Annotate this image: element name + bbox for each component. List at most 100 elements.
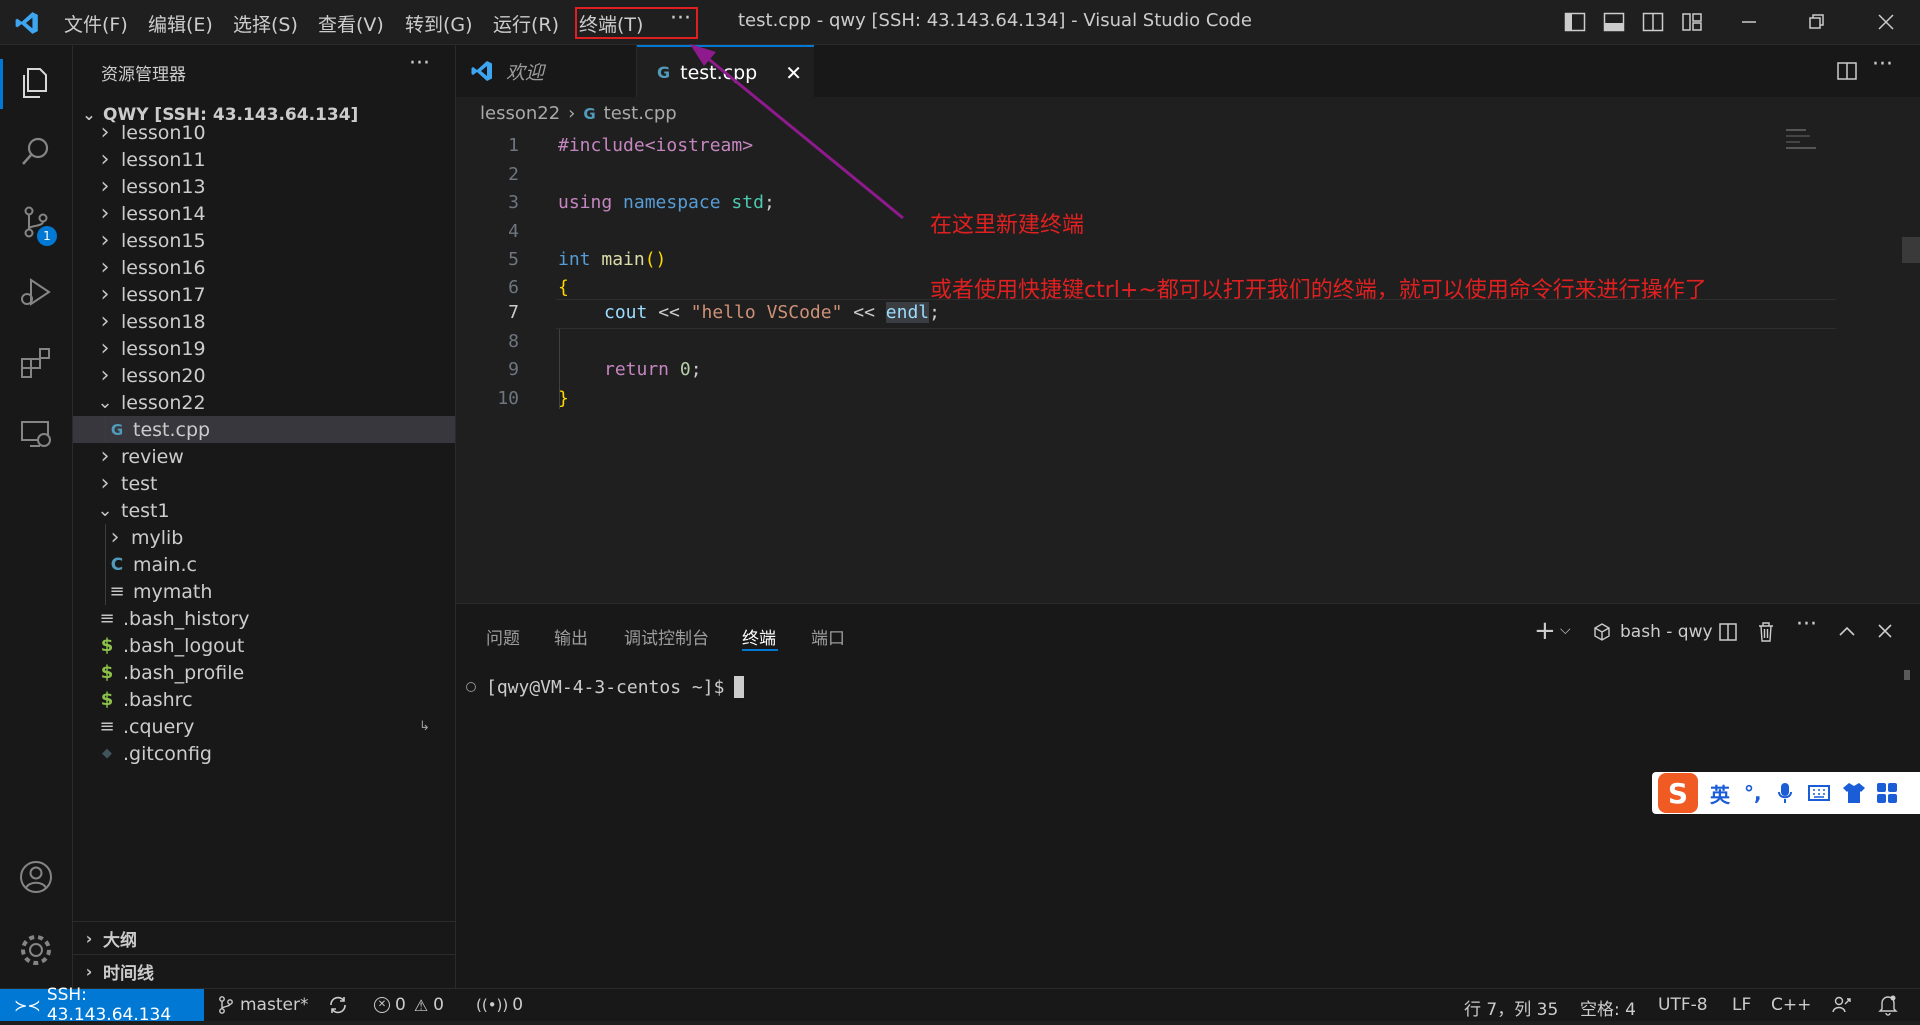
customize-layout-icon[interactable] [1681, 11, 1703, 33]
timeline-section[interactable]: › 时间线 [73, 955, 455, 988]
end-of-line[interactable]: LF [1732, 995, 1751, 1015]
toggle-secondary-sidebar-icon[interactable] [1642, 11, 1664, 33]
panel-more-actions-button[interactable]: ··· [1796, 612, 1817, 637]
ime-microphone-icon[interactable] [1777, 782, 1792, 804]
notifications-bell-icon[interactable] [1878, 994, 1898, 1016]
tree-folder[interactable]: › mylib [73, 524, 455, 551]
tree-file[interactable]: $ .bash_logout [73, 632, 455, 659]
tree-folder[interactable]: › review [73, 443, 455, 470]
language-mode[interactable]: C++ [1771, 995, 1811, 1015]
menu-run[interactable]: 运行(R) [493, 10, 559, 37]
chevron-down-icon[interactable]: ⌵ [1560, 622, 1571, 638]
menu-selection[interactable]: 选择(S) [233, 10, 298, 37]
ime-toolbar[interactable]: S 英 °, [1652, 772, 1920, 814]
manage-gear-icon[interactable] [14, 928, 58, 972]
remote-explorer-icon[interactable] [14, 412, 58, 456]
chevron-right-icon: › [100, 444, 110, 469]
run-debug-icon[interactable] [14, 270, 58, 314]
terminal-output[interactable]: [qwy@VM-4-3-centos ~]$ [466, 676, 745, 698]
new-terminal-plus-icon[interactable]: + [1534, 616, 1556, 646]
split-editor-icon[interactable] [1836, 60, 1858, 82]
explorer-icon[interactable] [14, 61, 58, 105]
explorer-more-button[interactable]: ··· [409, 51, 430, 76]
menu-edit[interactable]: 编辑(E) [148, 10, 213, 37]
tree-folder[interactable]: › lesson15 [73, 227, 455, 254]
tree-file[interactable]: ≡ mymath [73, 578, 455, 605]
toggle-primary-sidebar-icon[interactable] [1564, 11, 1586, 33]
tree-folder[interactable]: › lesson20 [73, 362, 455, 389]
ime-language[interactable]: 英 [1710, 779, 1730, 808]
menu-file[interactable]: 文件(F) [64, 10, 128, 37]
split-terminal-icon[interactable] [1718, 622, 1738, 642]
accounts-icon[interactable] [14, 855, 58, 899]
sogou-logo-icon[interactable]: S [1658, 773, 1698, 813]
code-line: 3 using namespace std; [508, 192, 775, 213]
extensions-icon[interactable] [14, 341, 58, 385]
feedback-icon[interactable] [1832, 995, 1852, 1015]
minimize-window-icon[interactable] [1738, 11, 1760, 33]
tree-file[interactable]: ≡ .cquery ↳ [73, 713, 455, 740]
status-bar: ≻≺ SSH: 43.143.64.134 master* ✕ 0 ⚠ 0 ((… [0, 985, 1920, 1025]
tree-folder[interactable]: › lesson17 [73, 281, 455, 308]
code-editor[interactable]: lesson22 › G test.cpp 1 #include<iostream… [456, 97, 1920, 602]
sync-icon[interactable] [328, 996, 348, 1014]
ime-punctuation-icon[interactable]: °, [1744, 781, 1762, 805]
tab-test-cpp[interactable]: G test.cpp ✕ [637, 45, 814, 98]
tree-folder[interactable]: › lesson16 [73, 254, 455, 281]
tree-folder[interactable]: › test [73, 470, 455, 497]
warning-count: 0 [433, 995, 444, 1015]
code-line: 4 [508, 221, 519, 242]
search-icon[interactable] [14, 130, 58, 174]
maximize-panel-chevron-up-icon[interactable] [1838, 624, 1856, 638]
git-branch[interactable]: master* [218, 995, 308, 1015]
tree-folder[interactable]: › lesson19 [73, 335, 455, 362]
tree-item-label: lesson16 [121, 256, 206, 279]
kill-terminal-trash-icon[interactable] [1756, 621, 1776, 643]
close-tab-icon[interactable]: ✕ [785, 61, 802, 85]
file-encoding[interactable]: UTF-8 [1658, 995, 1708, 1015]
chevron-right-icon: › [100, 363, 110, 388]
breadcrumb-folder[interactable]: lesson22 [480, 103, 560, 124]
terminal-instance-selector[interactable]: bash - qwy [1592, 622, 1713, 642]
editor-scrollbar[interactable] [1902, 237, 1920, 263]
tab-problems[interactable]: 问题 [486, 624, 520, 649]
tree-folder[interactable]: › lesson11 [73, 146, 455, 173]
tree-folder[interactable]: › lesson13 [73, 173, 455, 200]
close-window-icon[interactable] [1875, 11, 1897, 33]
problems-indicator[interactable]: ✕ 0 ⚠ 0 [374, 995, 444, 1015]
cursor-position[interactable]: 行 7，列 35 [1464, 995, 1558, 1020]
tree-folder[interactable]: › lesson18 [73, 308, 455, 335]
vscode-logo-icon[interactable] [14, 10, 40, 36]
tree-folder[interactable]: › lesson14 [73, 200, 455, 227]
editor-more-actions-button[interactable]: ··· [1872, 52, 1893, 77]
menu-go[interactable]: 转到(G) [405, 10, 473, 37]
tab-ports[interactable]: 端口 [811, 624, 845, 649]
indentation[interactable]: 空格: 4 [1580, 995, 1636, 1020]
ime-toolbox-grid-icon[interactable] [1876, 782, 1898, 804]
tree-file[interactable]: Gtest.cpp [73, 416, 455, 443]
close-panel-icon[interactable] [1876, 622, 1894, 640]
ime-keyboard-icon[interactable] [1807, 785, 1830, 801]
restore-window-icon[interactable] [1806, 11, 1828, 33]
terminal-scrollbar[interactable] [1904, 670, 1910, 680]
remote-indicator[interactable]: ≻≺ SSH: 43.143.64.134 [0, 985, 204, 1025]
tree-folder[interactable]: ⌄ test1 [73, 497, 455, 524]
outline-section[interactable]: › 大纲 [73, 922, 455, 955]
tab-output[interactable]: 输出 [554, 624, 588, 649]
tree-file[interactable]: ≡ .bash_history [73, 605, 455, 632]
tab-welcome[interactable]: 欢迎 [456, 45, 637, 97]
ime-skin-shirt-icon[interactable] [1842, 782, 1866, 804]
tree-folder[interactable]: › lesson10 [73, 119, 455, 146]
tree-file[interactable]: $ .bash_profile [73, 659, 455, 686]
toggle-panel-icon[interactable] [1603, 11, 1625, 33]
tab-debug-console[interactable]: 调试控制台 [624, 624, 709, 649]
tree-file[interactable]: $ .bashrc [73, 686, 455, 713]
tree-folder[interactable]: ⌄ lesson22 [73, 389, 455, 416]
forwarded-ports[interactable]: ((•)) 0 [476, 995, 523, 1015]
minimap[interactable] [1786, 127, 1826, 157]
breadcrumb-file[interactable]: test.cpp [604, 103, 677, 124]
tab-terminal[interactable]: 终端 [742, 624, 776, 649]
tree-file[interactable]: Cmain.c [73, 551, 455, 578]
menu-view[interactable]: 查看(V) [318, 10, 384, 37]
tree-file[interactable]: ◆ .gitconfig [73, 740, 455, 767]
